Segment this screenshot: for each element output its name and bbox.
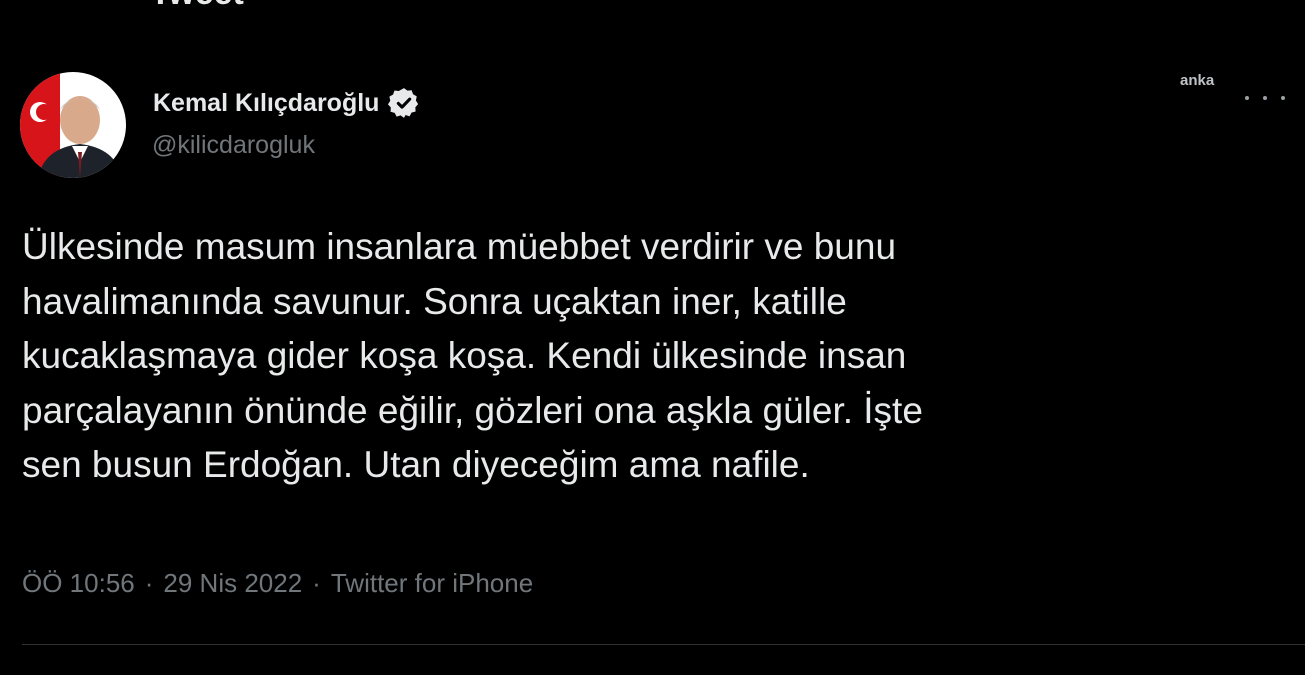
- verified-badge-icon: [387, 86, 421, 120]
- tweet-text: Ülkesinde masum insanlara müebbet verdir…: [22, 226, 923, 485]
- dot: [1281, 96, 1285, 100]
- author-handle[interactable]: @kilicdarogluk: [152, 131, 315, 160]
- meta-separator: ·: [312, 568, 321, 598]
- meta-separator: ·: [144, 568, 154, 598]
- tweet-meta: ÖÖ 10:56 · 29 Nis 2022 · Twitter for iPh…: [22, 568, 533, 599]
- watermark-logo: anka: [1180, 72, 1215, 89]
- divider: [22, 644, 1305, 645]
- tweet-date[interactable]: 29 Nis 2022: [163, 568, 302, 599]
- author-display-name[interactable]: Kemal Kılıçdaroğlu: [153, 89, 379, 118]
- author-name-row[interactable]: Kemal Kılıçdaroğlu: [153, 86, 421, 120]
- dot: [1263, 96, 1267, 100]
- tweet-source[interactable]: Twitter for iPhone: [331, 568, 533, 599]
- tweet-time[interactable]: ÖÖ 10:56: [22, 568, 135, 599]
- more-options-icon[interactable]: [1245, 86, 1285, 110]
- dot: [1245, 96, 1249, 100]
- avatar[interactable]: [20, 72, 126, 178]
- avatar-image: [20, 72, 126, 178]
- page-title: Tweet: [150, 0, 244, 10]
